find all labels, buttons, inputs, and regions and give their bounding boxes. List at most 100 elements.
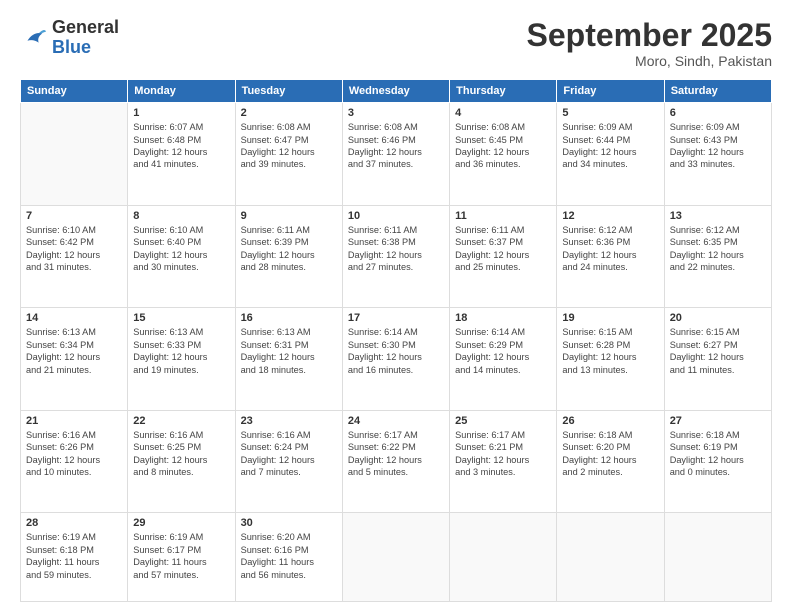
- day-number: 21: [26, 415, 122, 427]
- table-row: 30 Sunrise: 6:20 AM Sunset: 6:16 PM Dayli…: [235, 513, 342, 602]
- table-row: 11 Sunrise: 6:11 AM Sunset: 6:37 PM Dayli…: [450, 205, 557, 308]
- day-info: Sunrise: 6:07 AM Sunset: 6:48 PM Dayligh…: [133, 121, 229, 171]
- day-info: Sunrise: 6:13 AM Sunset: 6:31 PM Dayligh…: [241, 326, 337, 376]
- calendar-table: Sunday Monday Tuesday Wednesday Thursday…: [20, 79, 772, 602]
- day-info: Sunrise: 6:14 AM Sunset: 6:29 PM Dayligh…: [455, 326, 551, 376]
- table-row: 29 Sunrise: 6:19 AM Sunset: 6:17 PM Dayli…: [128, 513, 235, 602]
- day-number: 26: [562, 415, 658, 427]
- day-number: 7: [26, 210, 122, 222]
- day-info: Sunrise: 6:17 AM Sunset: 6:21 PM Dayligh…: [455, 429, 551, 479]
- day-info: Sunrise: 6:16 AM Sunset: 6:25 PM Dayligh…: [133, 429, 229, 479]
- day-number: 19: [562, 312, 658, 324]
- table-row: [21, 103, 128, 206]
- page-header: General Blue September 2025 Moro, Sindh,…: [20, 18, 772, 69]
- day-number: 3: [348, 107, 444, 119]
- col-friday: Friday: [557, 80, 664, 103]
- day-info: Sunrise: 6:11 AM Sunset: 6:38 PM Dayligh…: [348, 224, 444, 274]
- table-row: [557, 513, 664, 602]
- day-number: 28: [26, 517, 122, 529]
- table-row: 26 Sunrise: 6:18 AM Sunset: 6:20 PM Dayli…: [557, 410, 664, 513]
- table-row: 6Sunrise: 6:09 AM Sunset: 6:43 PM Daylig…: [664, 103, 771, 206]
- day-info: Sunrise: 6:20 AM Sunset: 6:16 PM Dayligh…: [241, 531, 337, 581]
- day-number: 22: [133, 415, 229, 427]
- day-info: Sunrise: 6:10 AM Sunset: 6:42 PM Dayligh…: [26, 224, 122, 274]
- table-row: 4Sunrise: 6:08 AM Sunset: 6:45 PM Daylig…: [450, 103, 557, 206]
- day-info: Sunrise: 6:16 AM Sunset: 6:26 PM Dayligh…: [26, 429, 122, 479]
- day-number: 13: [670, 210, 766, 222]
- col-wednesday: Wednesday: [342, 80, 449, 103]
- day-info: Sunrise: 6:12 AM Sunset: 6:36 PM Dayligh…: [562, 224, 658, 274]
- table-row: 14Sunrise: 6:13 AM Sunset: 6:34 PM Dayli…: [21, 308, 128, 411]
- table-row: 9 Sunrise: 6:11 AM Sunset: 6:39 PM Daylig…: [235, 205, 342, 308]
- day-number: 11: [455, 210, 551, 222]
- table-row: [342, 513, 449, 602]
- day-number: 9: [241, 210, 337, 222]
- table-row: 2 Sunrise: 6:08 AM Sunset: 6:47 PM Daylig…: [235, 103, 342, 206]
- day-number: 25: [455, 415, 551, 427]
- title-block: September 2025 Moro, Sindh, Pakistan: [527, 18, 772, 69]
- month-title: September 2025: [527, 18, 772, 53]
- table-row: 19 Sunrise: 6:15 AM Sunset: 6:28 PM Dayli…: [557, 308, 664, 411]
- day-number: 29: [133, 517, 229, 529]
- col-thursday: Thursday: [450, 80, 557, 103]
- day-info: Sunrise: 6:18 AM Sunset: 6:19 PM Dayligh…: [670, 429, 766, 479]
- table-row: 16 Sunrise: 6:13 AM Sunset: 6:31 PM Dayli…: [235, 308, 342, 411]
- table-row: [450, 513, 557, 602]
- day-info: Sunrise: 6:15 AM Sunset: 6:27 PM Dayligh…: [670, 326, 766, 376]
- day-info: Sunrise: 6:18 AM Sunset: 6:20 PM Dayligh…: [562, 429, 658, 479]
- table-row: 20 Sunrise: 6:15 AM Sunset: 6:27 PM Dayli…: [664, 308, 771, 411]
- day-number: 27: [670, 415, 766, 427]
- table-row: 15 Sunrise: 6:13 AM Sunset: 6:33 PM Dayli…: [128, 308, 235, 411]
- day-number: 20: [670, 312, 766, 324]
- day-info: Sunrise: 6:19 AM Sunset: 6:18 PM Dayligh…: [26, 531, 122, 581]
- table-row: 10 Sunrise: 6:11 AM Sunset: 6:38 PM Dayli…: [342, 205, 449, 308]
- day-info: Sunrise: 6:09 AM Sunset: 6:44 PM Dayligh…: [562, 121, 658, 171]
- day-number: 2: [241, 107, 337, 119]
- table-row: 3 Sunrise: 6:08 AM Sunset: 6:46 PM Daylig…: [342, 103, 449, 206]
- col-monday: Monday: [128, 80, 235, 103]
- day-info: Sunrise: 6:13 AM Sunset: 6:33 PM Dayligh…: [133, 326, 229, 376]
- day-number: 1: [133, 107, 229, 119]
- location: Moro, Sindh, Pakistan: [527, 53, 772, 69]
- day-info: Sunrise: 6:19 AM Sunset: 6:17 PM Dayligh…: [133, 531, 229, 581]
- calendar-week-row: 28 Sunrise: 6:19 AM Sunset: 6:18 PM Dayli…: [21, 513, 772, 602]
- calendar-week-row: 7 Sunrise: 6:10 AM Sunset: 6:42 PM Daylig…: [21, 205, 772, 308]
- day-number: 16: [241, 312, 337, 324]
- table-row: 28 Sunrise: 6:19 AM Sunset: 6:18 PM Dayli…: [21, 513, 128, 602]
- table-row: 8Sunrise: 6:10 AM Sunset: 6:40 PM Daylig…: [128, 205, 235, 308]
- logo-blue-text: Blue: [52, 37, 91, 57]
- table-row: 12 Sunrise: 6:12 AM Sunset: 6:36 PM Dayli…: [557, 205, 664, 308]
- day-number: 17: [348, 312, 444, 324]
- day-info: Sunrise: 6:13 AM Sunset: 6:34 PM Dayligh…: [26, 326, 122, 376]
- day-info: Sunrise: 6:11 AM Sunset: 6:39 PM Dayligh…: [241, 224, 337, 274]
- day-number: 10: [348, 210, 444, 222]
- logo-general-text: General: [52, 17, 119, 37]
- table-row: [664, 513, 771, 602]
- table-row: 7 Sunrise: 6:10 AM Sunset: 6:42 PM Daylig…: [21, 205, 128, 308]
- table-row: 1 Sunrise: 6:07 AM Sunset: 6:48 PM Daylig…: [128, 103, 235, 206]
- table-row: 24Sunrise: 6:17 AM Sunset: 6:22 PM Dayli…: [342, 410, 449, 513]
- logo-bird-icon: [20, 24, 48, 52]
- day-number: 5: [562, 107, 658, 119]
- day-number: 23: [241, 415, 337, 427]
- day-info: Sunrise: 6:08 AM Sunset: 6:46 PM Dayligh…: [348, 121, 444, 171]
- table-row: 13Sunrise: 6:12 AM Sunset: 6:35 PM Dayli…: [664, 205, 771, 308]
- col-saturday: Saturday: [664, 80, 771, 103]
- calendar-header-row: Sunday Monday Tuesday Wednesday Thursday…: [21, 80, 772, 103]
- day-number: 12: [562, 210, 658, 222]
- table-row: 23Sunrise: 6:16 AM Sunset: 6:24 PM Dayli…: [235, 410, 342, 513]
- day-info: Sunrise: 6:11 AM Sunset: 6:37 PM Dayligh…: [455, 224, 551, 274]
- day-number: 4: [455, 107, 551, 119]
- day-number: 30: [241, 517, 337, 529]
- col-tuesday: Tuesday: [235, 80, 342, 103]
- day-info: Sunrise: 6:15 AM Sunset: 6:28 PM Dayligh…: [562, 326, 658, 376]
- logo: General Blue: [20, 18, 119, 58]
- table-row: 17 Sunrise: 6:14 AM Sunset: 6:30 PM Dayli…: [342, 308, 449, 411]
- col-sunday: Sunday: [21, 80, 128, 103]
- calendar-week-row: 1 Sunrise: 6:07 AM Sunset: 6:48 PM Daylig…: [21, 103, 772, 206]
- day-info: Sunrise: 6:14 AM Sunset: 6:30 PM Dayligh…: [348, 326, 444, 376]
- day-info: Sunrise: 6:08 AM Sunset: 6:47 PM Dayligh…: [241, 121, 337, 171]
- table-row: 22 Sunrise: 6:16 AM Sunset: 6:25 PM Dayli…: [128, 410, 235, 513]
- day-number: 15: [133, 312, 229, 324]
- table-row: 5 Sunrise: 6:09 AM Sunset: 6:44 PM Daylig…: [557, 103, 664, 206]
